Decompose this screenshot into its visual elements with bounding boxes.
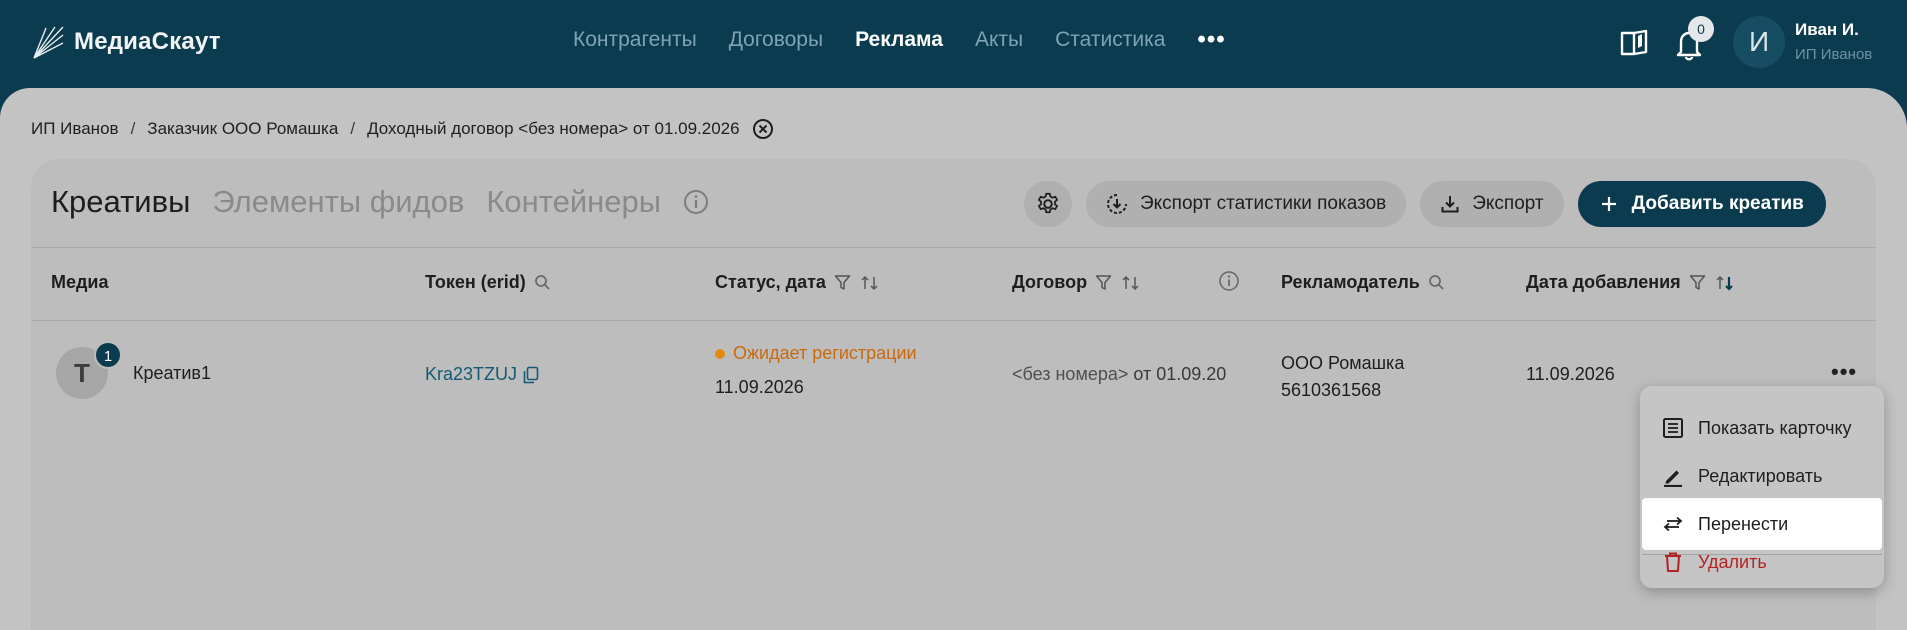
logo-mark-icon [33,26,64,59]
nav-more-button[interactable]: ••• [1197,28,1225,52]
token-link[interactable]: Kra23TZUJ [425,364,517,385]
row-context-menu: Показать карточку Редактировать Перенест… [1640,386,1884,588]
breadcrumb: ИП Иванов / Заказчик ООО Ромашка / Доход… [31,118,774,140]
add-creative-label: Добавить креатив [1631,193,1804,214]
breadcrumb-separator: / [350,119,356,138]
column-added-date: Дата добавления [1526,272,1736,293]
sort-active-icon[interactable] [1714,274,1736,292]
export-stats-label: Экспорт статистики показов [1140,193,1387,214]
advertiser-name: ООО Ромашка [1281,353,1405,373]
media-name: Креатив1 [133,363,211,383]
breadcrumb-item-client[interactable]: Заказчик ООО Ромашка [147,119,338,139]
column-status: Статус, дата [715,272,881,293]
menu-item-edit[interactable]: Редактировать [1642,450,1882,502]
filter-icon[interactable] [1689,274,1706,291]
contract-cell[interactable]: <без номера> от 01.09.20 [1012,364,1238,385]
status-badge: Ожидает регистрации [715,343,917,364]
download-icon [1441,196,1459,213]
info-icon[interactable] [1218,270,1240,292]
breadcrumb-item-organization[interactable]: ИП Иванов [31,119,119,139]
main-panel: ИП Иванов / Заказчик ООО Ромашка / Доход… [0,88,1907,630]
main-nav: Контрагенты Договоры Реклама Акты Статис… [573,28,1226,52]
menu-item-label: Показать карточку [1698,417,1852,438]
table-row[interactable]: Т 1 Креатив1 Kra23TZUJ Ожидает регистрац… [31,321,1876,431]
clear-filter-close-icon[interactable] [752,118,774,140]
column-added-date-label: Дата добавления [1526,272,1681,292]
menu-item-label: Редактировать [1698,465,1823,486]
column-token-label: Токен (erid) [425,272,526,292]
pencil-icon [1664,470,1682,487]
nav-item-contractors[interactable]: Контрагенты [573,28,697,52]
tab-feed-elements[interactable]: Элементы фидов [212,184,464,220]
menu-item-label: Удалить [1698,551,1767,572]
added-date: 11.09.2026 [1526,364,1615,384]
filter-icon[interactable] [834,274,851,291]
menu-item-show-card[interactable]: Показать карточку [1642,402,1882,454]
advertiser-inn: 5610361568 [1281,380,1382,400]
table-settings-button[interactable] [1024,181,1072,227]
circle-download-icon [1107,194,1127,214]
status-date: 11.09.2026 [715,377,804,397]
nav-item-acts[interactable]: Акты [975,28,1023,52]
copy-icon[interactable] [523,366,539,384]
user-name[interactable]: Иван И. [1795,20,1859,40]
add-creative-button[interactable]: Добавить креатив [1577,181,1826,227]
media-count-badge: 1 [94,341,122,369]
transfer-arrows-icon [1663,516,1683,532]
search-icon[interactable] [534,274,551,291]
status-dot-icon [715,348,725,359]
advertiser-cell: ООО Ромашка 5610361568 [1281,350,1404,404]
contract-date: от 01.09.20 [1133,364,1227,384]
row-more-button[interactable]: ••• [1831,359,1857,385]
token-cell: Kra23TZUJ [425,364,539,385]
column-media: Медиа [51,272,109,293]
export-label: Экспорт [1472,193,1544,214]
brand-name: МедиаСкаут [74,28,221,55]
notifications-count-badge: 0 [1688,16,1714,42]
creatives-card: Креативы Элементы фидов Контейнеры Экспо… [31,159,1876,630]
top-bar: МедиаСкаут Контрагенты Договоры Реклама … [0,0,1907,88]
user-org: ИП Иванов [1795,46,1873,63]
brand-logo[interactable]: МедиаСкаут [30,24,221,60]
nav-item-statistics[interactable]: Статистика [1055,28,1165,52]
tab-creatives[interactable]: Креативы [51,184,190,220]
column-contract-label: Договор [1012,272,1088,292]
info-icon[interactable] [683,189,709,215]
column-token: Токен (erid) [425,272,551,293]
help-book-icon[interactable] [1620,28,1652,58]
table-header: Медиа Токен (erid) Статус, дата Договор … [31,247,1876,321]
column-status-label: Статус, дата [715,272,826,292]
contract-number: <без номера> [1012,364,1129,384]
content-tabs: Креативы Элементы фидов Контейнеры [51,184,709,220]
user-avatar[interactable]: И [1733,16,1785,68]
gear-icon [1038,192,1058,214]
column-contract: Договор [1012,272,1142,293]
card-list-icon [1663,418,1683,438]
filter-icon[interactable] [1095,274,1112,291]
plus-icon [1601,197,1616,211]
tab-containers[interactable]: Контейнеры [486,184,661,220]
menu-item-delete[interactable]: Удалить [1642,536,1882,588]
toolbar-actions: Экспорт статистики показов Экспорт Добав… [1024,181,1826,227]
column-advertiser-label: Рекламодатель [1281,272,1420,292]
nav-item-contracts[interactable]: Договоры [729,28,823,52]
export-button[interactable]: Экспорт [1420,181,1564,227]
export-stats-button[interactable]: Экспорт статистики показов [1086,181,1407,227]
breadcrumb-item-contract[interactable]: Доходный договор <без номера> от 01.09.2… [367,119,740,139]
menu-item-label: Перенести [1698,513,1789,534]
status-text: Ожидает регистрации [733,343,917,363]
nav-item-advertising[interactable]: Реклама [855,28,943,52]
search-icon[interactable] [1428,274,1445,291]
breadcrumb-separator: / [130,119,136,138]
column-media-label: Медиа [51,272,109,292]
sort-icon[interactable] [859,274,881,292]
column-advertiser: Рекламодатель [1281,272,1445,293]
trash-icon [1665,552,1681,572]
sort-icon[interactable] [1120,274,1142,292]
